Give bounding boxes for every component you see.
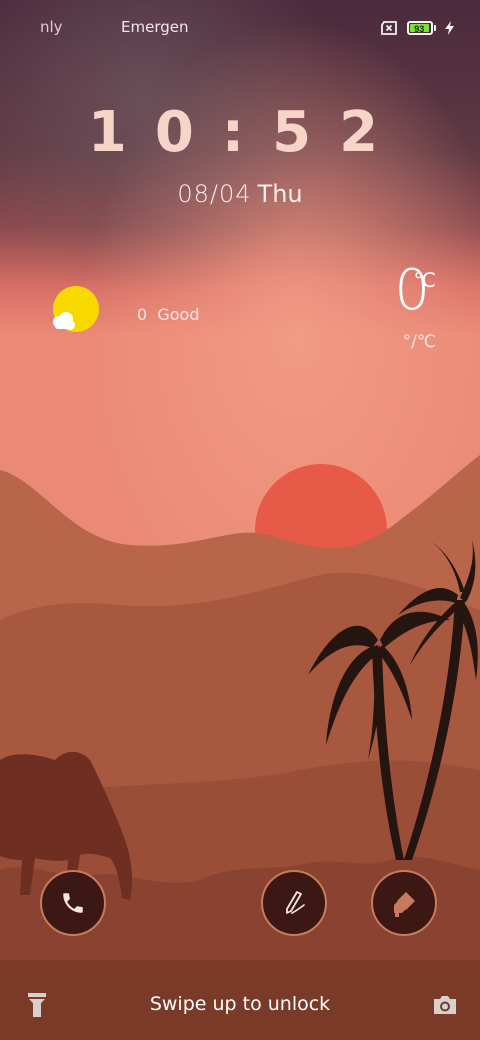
battery-level: 93 <box>410 24 429 34</box>
camera-icon[interactable] <box>432 994 458 1016</box>
lightning-icon <box>445 21 454 35</box>
carrier-label-emergency: Emergen <box>121 18 189 36</box>
weekday-label: Thu <box>257 180 303 208</box>
eraser-icon <box>394 892 415 917</box>
eraser-shortcut-button[interactable] <box>371 870 437 936</box>
date-line: 08/04 Thu <box>0 180 480 208</box>
battery-indicator: 93 <box>407 21 436 35</box>
status-icons: 93 <box>380 18 454 38</box>
lock-screen-clock: 10:52 <box>87 100 407 165</box>
temperature-unit: ℃ <box>413 268 436 292</box>
sun-cloud-icon <box>53 286 99 332</box>
aqi-value: 0 <box>137 305 148 324</box>
no-sim-icon <box>381 21 397 35</box>
pen-icon <box>286 891 305 914</box>
phone-shortcut-button[interactable] <box>40 870 106 936</box>
aqi-label: Good <box>157 305 200 324</box>
carrier-label-primary: nly <box>40 18 63 36</box>
phone-icon <box>63 893 83 913</box>
notes-shortcut-button[interactable] <box>261 870 327 936</box>
unit-toggle[interactable]: °/℃ <box>403 332 436 352</box>
air-quality: 0 Good <box>137 305 200 324</box>
date-label: 08/04 <box>177 180 252 208</box>
unlock-hint: Swipe up to unlock <box>149 993 331 1015</box>
